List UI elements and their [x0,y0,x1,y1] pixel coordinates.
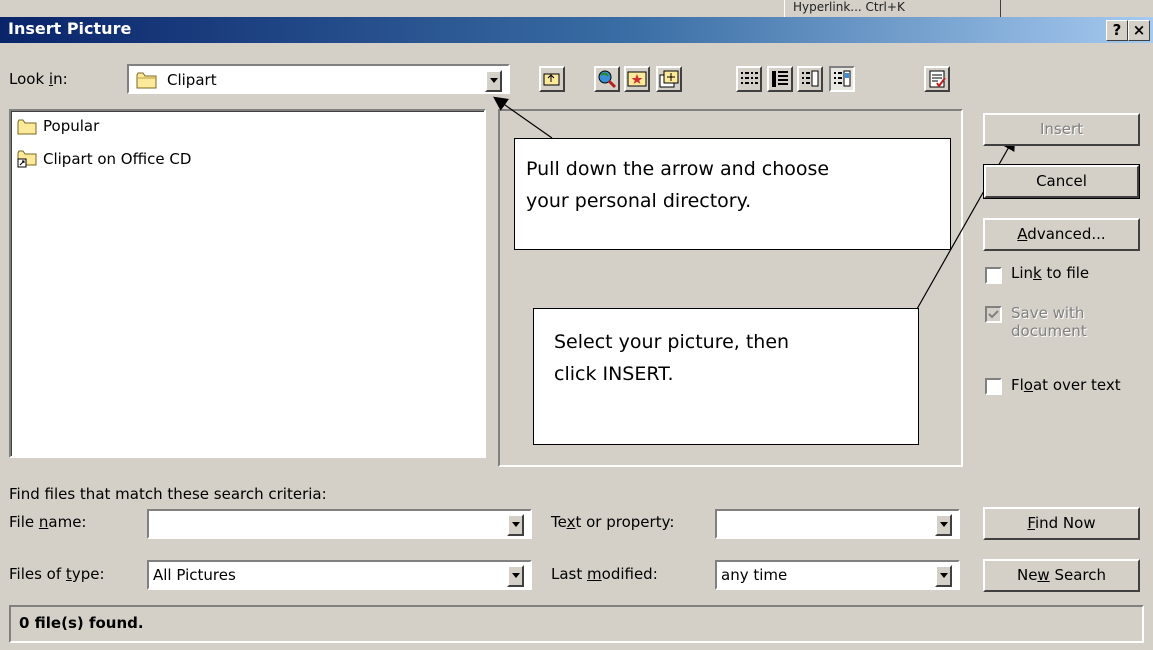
parent-app-strip: Hyperlink... Ctrl+K [784,0,1001,17]
folder-shortcut-icon [17,150,37,168]
help-button[interactable]: ? [1106,20,1128,41]
file-name-label: File name: [9,513,87,531]
callout-select-picture: Select your picture, then click INSERT. [533,308,919,445]
folder-icon [136,72,157,89]
save-with-document-label: Save with document [1011,304,1087,340]
look-in-label: Look in: [9,70,68,88]
last-modified-label: Last modified: [551,565,658,583]
parent-app-text: Hyperlink... Ctrl+K [793,0,905,14]
look-in-select[interactable]: Clipart [127,64,510,94]
advanced-button[interactable]: Advanced... [983,218,1140,251]
look-in-dropdown-arrow[interactable] [485,70,502,92]
title-bar: Insert Picture ? × [0,17,1153,43]
status-text: 0 file(s) found. [19,614,144,632]
cancel-button[interactable]: Cancel [983,164,1140,199]
last-modified-value: any time [721,566,788,584]
float-over-text-checkbox[interactable] [985,378,1002,395]
list-view-icon[interactable] [736,66,762,92]
link-to-file-label: Link to file [1011,264,1090,282]
last-modified-dropdown-arrow[interactable] [935,565,952,587]
close-button[interactable]: × [1128,20,1150,41]
search-web-icon[interactable] [594,66,620,92]
favorites-icon[interactable] [624,66,650,92]
files-of-type-select[interactable]: All Pictures [147,560,532,590]
status-bar: 0 file(s) found. [9,605,1144,643]
callout-line: your personal directory. [526,190,752,212]
find-now-button[interactable]: Find Now [983,507,1140,540]
link-to-file-checkbox[interactable] [985,267,1002,284]
text-property-dropdown-arrow[interactable] [935,514,952,536]
files-of-type-dropdown-arrow[interactable] [507,565,524,587]
file-list[interactable]: Popular Clipart on Office CD [9,109,486,458]
file-name-dropdown-arrow[interactable] [507,514,524,536]
save-with-document-checkbox[interactable] [985,306,1002,323]
file-name-input[interactable] [147,509,532,539]
properties-view-icon[interactable] [797,66,823,92]
new-search-button[interactable]: New Search [983,559,1140,592]
last-modified-select[interactable]: any time [715,560,960,590]
text-property-label: Text or property: [551,513,675,531]
up-one-level-icon[interactable] [539,66,565,92]
insert-button[interactable]: Insert [983,113,1140,146]
float-over-text-label: Float over text [1011,376,1121,394]
files-of-type-value: All Pictures [153,566,236,584]
add-to-favorites-icon[interactable] [656,66,682,92]
text-property-input[interactable] [715,509,960,539]
callout-line: Pull down the arrow and choose [526,158,830,180]
callout-line: click INSERT. [554,363,674,385]
commands-and-settings-icon[interactable] [924,66,950,92]
files-of-type-label: Files of type: [9,565,105,583]
dialog-title: Insert Picture [8,19,132,38]
preview-view-icon[interactable] [829,66,855,92]
callout-choose-directory: Pull down the arrow and choose your pers… [514,138,951,250]
list-item-label: Popular [43,117,100,135]
details-view-icon[interactable] [767,66,793,92]
callout-line: Select your picture, then [554,331,790,353]
list-item-label: Clipart on Office CD [43,150,192,168]
look-in-value: Clipart [167,71,217,89]
search-criteria-label: Find files that match these search crite… [9,485,327,503]
folder-icon [17,119,37,135]
